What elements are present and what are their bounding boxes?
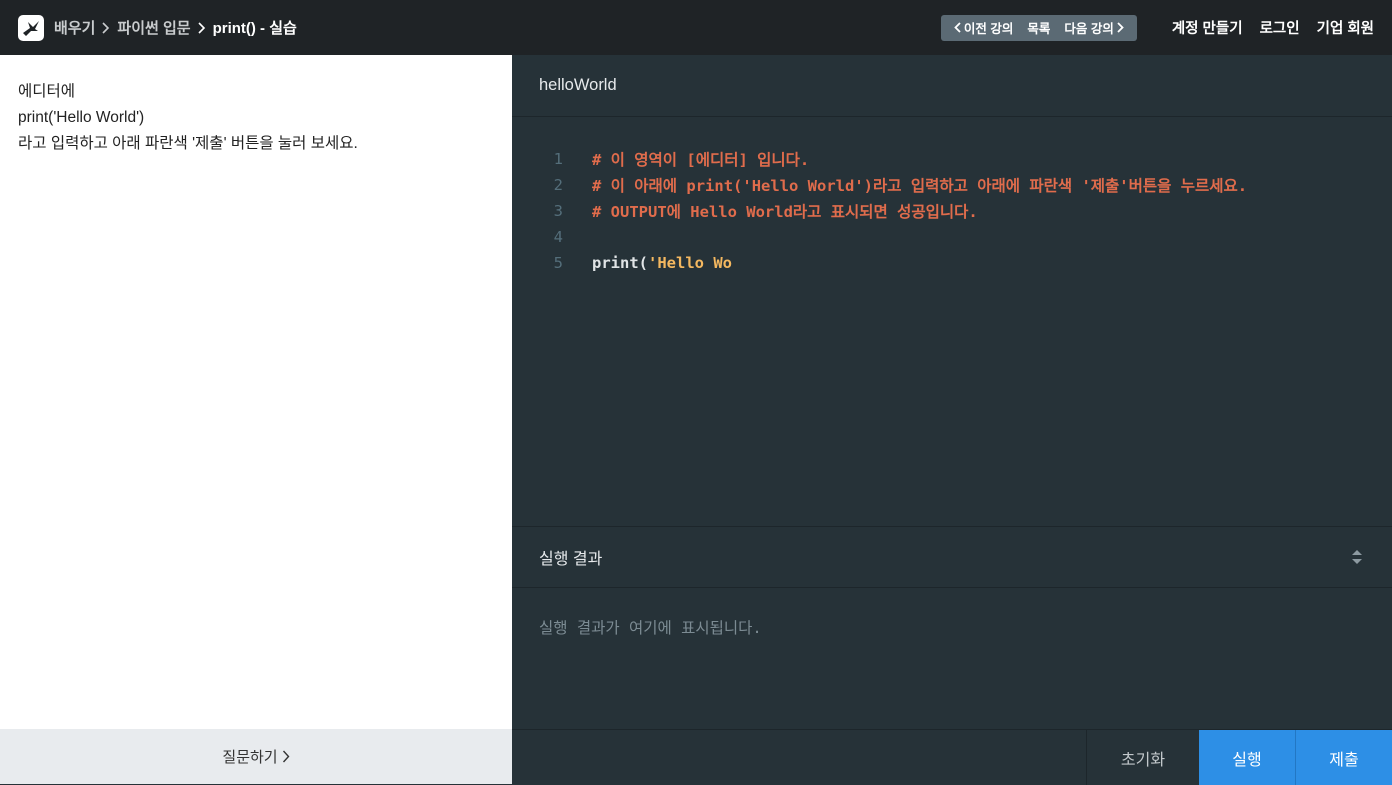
line-number: 5 (553, 254, 563, 272)
instruction-line: 에디터에 (18, 83, 76, 100)
line-number: 1 (553, 150, 563, 168)
prev-lecture-button[interactable]: 이전 강의 (947, 18, 1020, 37)
ask-question-label: 질문하기 (222, 749, 278, 766)
breadcrumb-item-course[interactable]: 파이썬 입문 (117, 17, 190, 38)
code-line: 5 print('Hello Wo (512, 250, 1392, 276)
lecture-list-button[interactable]: 목록 (1020, 18, 1057, 37)
code-comment: # 이 아래에 print('Hello World')라고 입력하고 아래에 … (592, 177, 1248, 195)
ask-question-button[interactable]: 질문하기 (0, 729, 512, 784)
instruction-line: 라고 입력하고 아래 파란색 '제출' 버튼을 눌러 보세요. (18, 135, 358, 152)
chevron-right-icon (1117, 22, 1124, 33)
instruction-panel: 에디터에 print('Hello World') 라고 입력하고 아래 파란색… (0, 55, 512, 784)
next-lecture-button[interactable]: 다음 강의 (1057, 18, 1130, 37)
enterprise-link[interactable]: 기업 회원 (1317, 17, 1374, 38)
reset-button[interactable]: 초기화 (1086, 730, 1199, 785)
line-number: 2 (553, 176, 563, 194)
file-name: helloWorld (539, 76, 617, 94)
prev-lecture-label: 이전 강의 (963, 22, 1014, 36)
chevron-right-icon (282, 750, 290, 763)
output-placeholder: 실행 결과가 여기에 표시됩니다. (539, 619, 762, 637)
output-console: 실행 결과가 여기에 표시됩니다. (512, 588, 1392, 729)
breadcrumb: 배우기 파이썬 입문 print() - 실습 (18, 14, 297, 41)
action-bar: 초기화 실행 제출 (512, 729, 1392, 785)
code-line: 3 # OUTPUT에 Hello World라고 표시되면 성공입니다. (512, 198, 1392, 224)
run-button[interactable]: 실행 (1199, 730, 1295, 785)
top-navigation-bar: 배우기 파이썬 입문 print() - 실습 이전 강의 목록 다음 강의 계… (0, 0, 1392, 55)
code-line: 2 # 이 아래에 print('Hello World')라고 입력하고 아래… (512, 172, 1392, 198)
instruction-text: 에디터에 print('Hello World') 라고 입력하고 아래 파란색… (0, 55, 512, 181)
file-tab[interactable]: helloWorld (512, 55, 1392, 117)
chevron-left-icon (954, 22, 961, 33)
code-area[interactable]: 1 # 이 영역이 [에디터] 입니다. 2 # 이 아래에 print('He… (512, 117, 1392, 276)
code-comment: # 이 영역이 [에디터] 입니다. (592, 151, 810, 169)
instruction-line: print('Hello World') (18, 109, 145, 126)
code-line: 4 (512, 224, 1392, 250)
breadcrumb-item-learn[interactable]: 배우기 (54, 17, 95, 38)
next-lecture-label: 다음 강의 (1064, 22, 1114, 36)
code-string: 'Hello Wo (648, 254, 732, 272)
line-number: 4 (553, 228, 563, 246)
logo-icon[interactable] (18, 14, 44, 41)
chevron-right-icon (95, 21, 117, 34)
submit-button[interactable]: 제출 (1295, 730, 1392, 785)
breadcrumb-item-current: print() - 실습 (212, 20, 297, 37)
line-number: 3 (553, 202, 563, 220)
lecture-navigation: 이전 강의 목록 다음 강의 (940, 14, 1137, 41)
code-function: print( (592, 254, 648, 272)
code-line: 1 # 이 영역이 [에디터] 입니다. (512, 146, 1392, 172)
code-editor: helloWorld 1 # 이 영역이 [에디터] 입니다. 2 # 이 아래… (512, 55, 1392, 526)
code-comment: # OUTPUT에 Hello World라고 표시되면 성공입니다. (592, 203, 978, 221)
output-header: 실행 결과 (512, 526, 1392, 588)
code-statement: print('Hello Wo (563, 254, 732, 272)
signup-link[interactable]: 계정 만들기 (1172, 17, 1243, 38)
login-link[interactable]: 로그인 (1260, 17, 1300, 38)
resize-toggle-icon[interactable] (1350, 547, 1364, 567)
output-title: 실행 결과 (539, 551, 603, 568)
chevron-right-icon (191, 21, 213, 34)
